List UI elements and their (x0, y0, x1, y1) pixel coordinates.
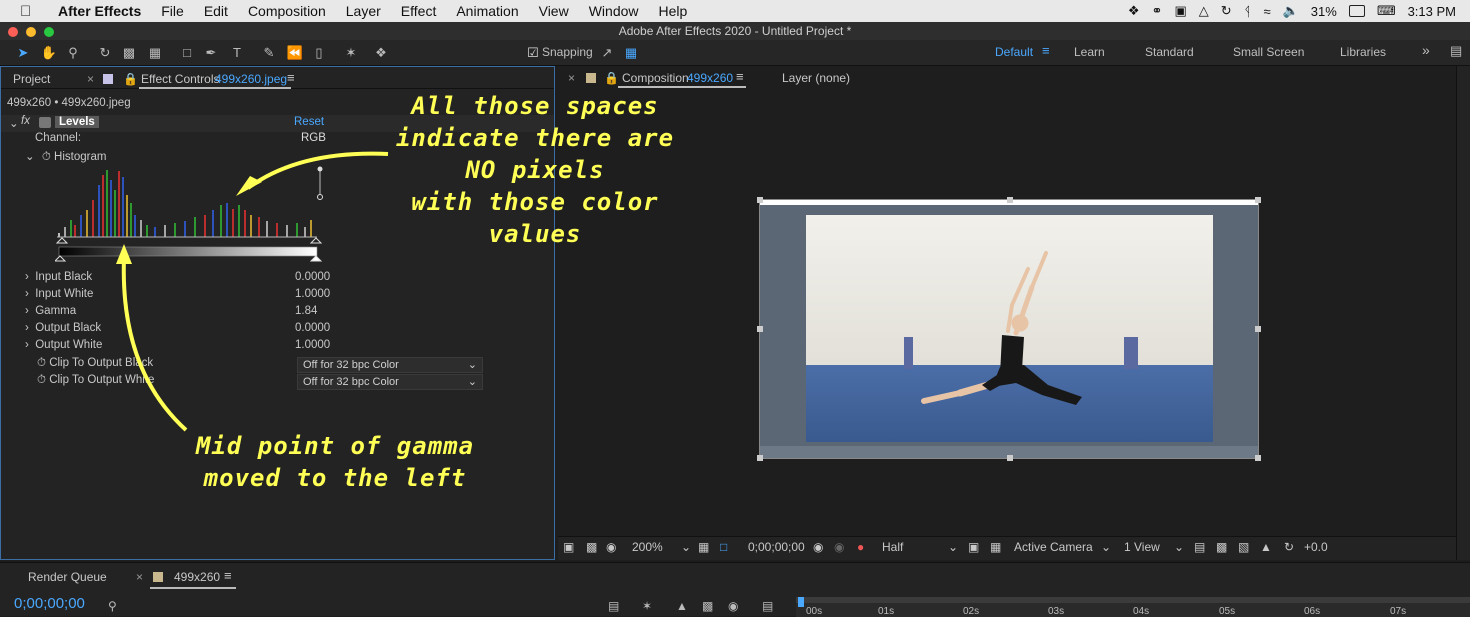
annotation-bottom: Mid point of gamma moved to the left (195, 432, 475, 492)
annotation-top: All those spaces indicate there are NO p… (395, 92, 675, 248)
annotation-arrows (116, 151, 389, 432)
arrow-to-histogram-gaps (246, 151, 389, 190)
arrow-head (116, 244, 132, 264)
arrow-to-gamma-midpoint (121, 257, 188, 432)
